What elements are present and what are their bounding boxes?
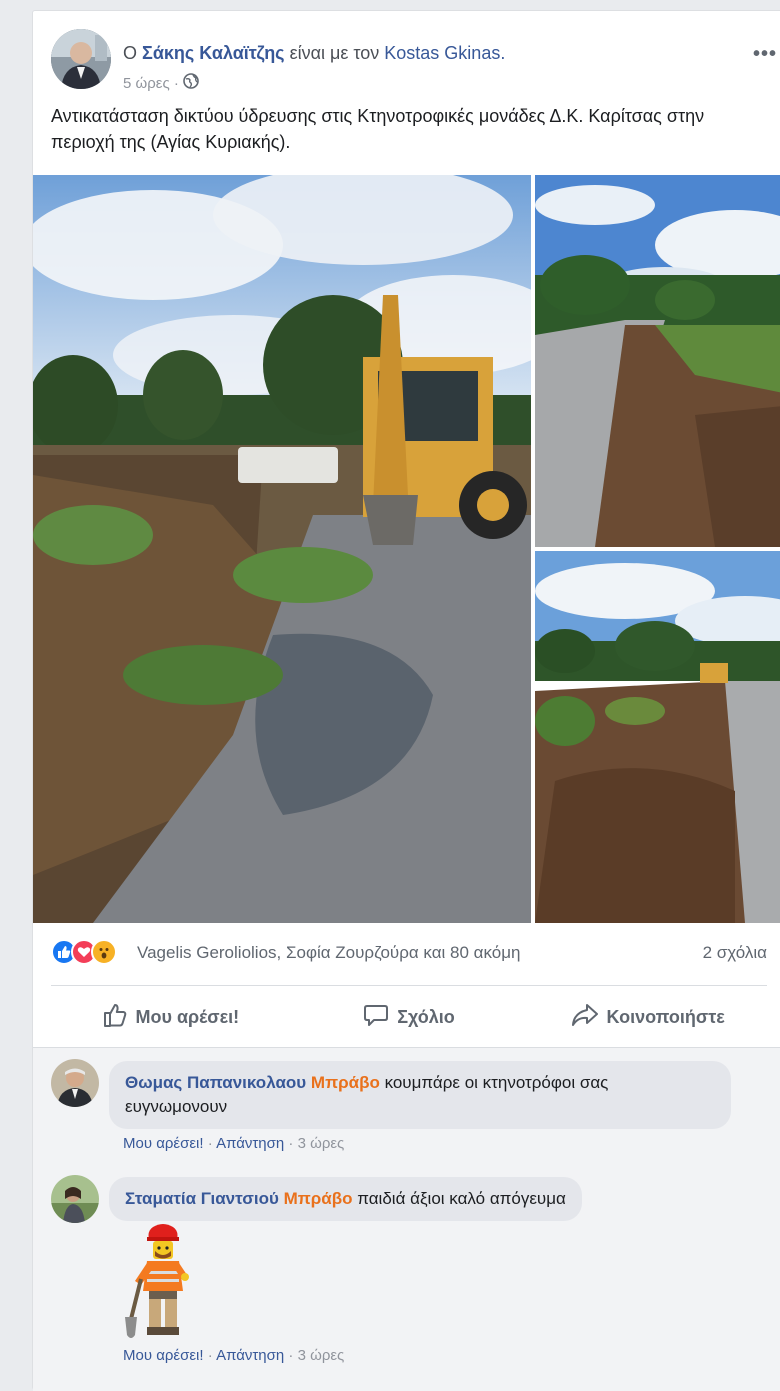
comment-label: Σχόλιο [397, 1006, 455, 1027]
comment-count[interactable]: 2 σχόλια [703, 943, 767, 963]
like-button[interactable]: Μου αρέσει! [51, 995, 290, 1039]
comment-meta: Μου αρέσει! · Απάντηση · 3 ώρες [123, 1347, 345, 1364]
comment-reply-link[interactable]: Απάντηση [216, 1135, 284, 1152]
commenter-name[interactable]: Θωμας Παπανικολαου [125, 1073, 306, 1092]
photo-grid [33, 175, 780, 923]
comment-bubble: Σταματία Γιαντσιού Μπράβο παιδιά άξιοι κ… [109, 1177, 582, 1221]
thumbs-up-icon [102, 1002, 128, 1033]
post-options-button[interactable]: ••• [753, 43, 777, 66]
share-arrow-icon [571, 1002, 599, 1033]
comment-meta: Μου αρέσει! · Απάντηση · 3 ώρες [123, 1135, 345, 1152]
reaction-names[interactable]: Vagelis Geroliolios, Σοφία Ζουρζούρα και… [137, 943, 521, 963]
commenter-avatar[interactable] [51, 1175, 99, 1223]
tagged-user-link[interactable]: Kostas Gkinas. [384, 43, 505, 63]
like-label: Μου αρέσει! [135, 1006, 240, 1027]
photo-top-right[interactable] [535, 175, 780, 547]
comment-time[interactable]: 3 ώρες [298, 1135, 345, 1152]
post-actions: Μου αρέσει! Σχόλιο Κοινοποιήστε [51, 995, 767, 1039]
author-avatar[interactable] [51, 29, 111, 89]
share-button[interactable]: Κοινοποιήστε [528, 995, 767, 1039]
lego-worker-sticker [123, 1223, 203, 1348]
post-header-line: Ο Σάκης Καλαϊτζης είναι με τον Kostas Gk… [123, 43, 505, 64]
comment-like-link[interactable]: Μου αρέσει! [123, 1347, 204, 1364]
globe-icon [183, 73, 199, 93]
reaction-icons[interactable] [51, 939, 117, 965]
header-prefix: Ο [123, 43, 138, 63]
post-header: Ο Σάκης Καλαϊτζης είναι με τον Kostas Gk… [51, 29, 780, 92]
share-label: Κοινοποιήστε [606, 1006, 725, 1027]
reactions-bar: Vagelis Geroliolios, Σοφία Ζουρζούρα και… [51, 939, 767, 967]
comment-bubble: Θωμας Παπανικολαου Μπράβο κουμπάρε οι κτ… [109, 1061, 731, 1129]
comment-highlight: Μπράβο [283, 1189, 353, 1208]
comment-reply-link[interactable]: Απάντηση [216, 1347, 284, 1364]
comment-button[interactable]: Σχόλιο [290, 995, 529, 1039]
author-name-link[interactable]: Σάκης Καλαϊτζης [142, 43, 285, 63]
commenter-name[interactable]: Σταματία Γιαντσιού [125, 1189, 279, 1208]
with-text: είναι με τον [289, 43, 380, 63]
comment-highlight: Μπράβο [310, 1073, 380, 1092]
photo-bottom-right[interactable] [535, 551, 780, 923]
comment-text: παιδιά άξιοι καλό απόγευμα [357, 1189, 566, 1208]
photo-main[interactable] [33, 175, 531, 923]
comment-like-link[interactable]: Μου αρέσει! [123, 1135, 204, 1152]
post-text: Αντικατάσταση δικτύου ύδρευσης στις Κτην… [51, 106, 705, 152]
divider [51, 985, 767, 986]
post-time[interactable]: 5 ώρες · [123, 75, 179, 92]
comment-time[interactable]: 3 ώρες [298, 1347, 345, 1364]
post-card: Ο Σάκης Καλαϊτζης είναι με τον Kostas Gk… [32, 10, 780, 1391]
wow-icon [91, 939, 117, 965]
speech-bubble-icon [363, 1002, 389, 1033]
post-meta: 5 ώρες · [123, 73, 199, 93]
commenter-avatar[interactable] [51, 1059, 99, 1107]
